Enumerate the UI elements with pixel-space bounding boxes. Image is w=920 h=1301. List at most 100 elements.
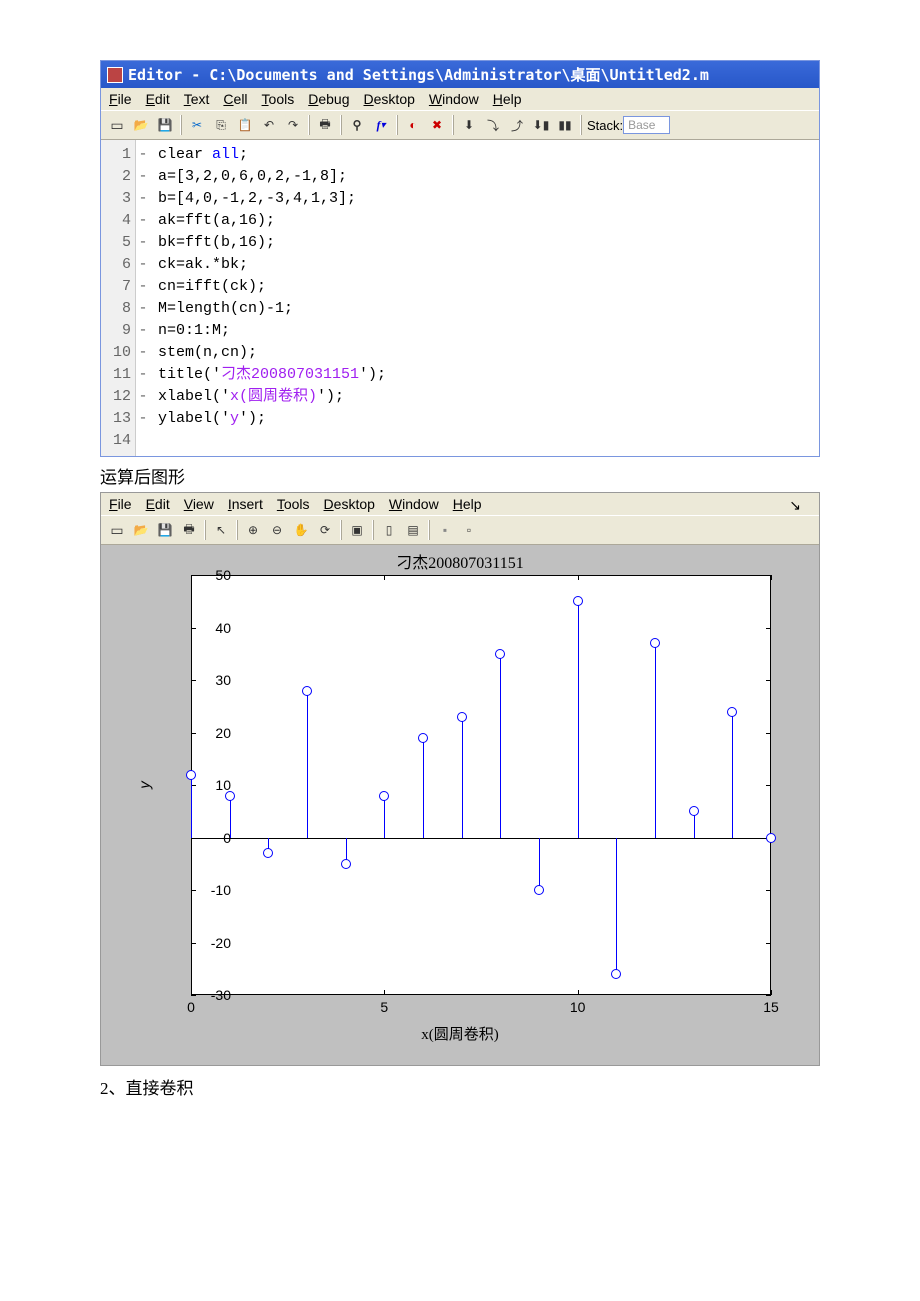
code-line[interactable]: n=0:1:M; — [158, 320, 386, 342]
step-icon[interactable]: ⬇ — [457, 113, 481, 137]
print-icon[interactable]: 🖶 — [313, 113, 337, 137]
code-line[interactable]: ak=fft(a,16); — [158, 210, 386, 232]
editor-window: Editor - C:\Documents and Settings\Admin… — [100, 60, 820, 457]
undo-icon[interactable]: ↶ — [257, 113, 281, 137]
set-breakpoint-icon[interactable]: ◐ — [401, 113, 425, 137]
new-icon[interactable]: ▭ — [105, 113, 129, 137]
toolbar-separator — [308, 115, 310, 135]
legend-icon[interactable]: ▤ — [401, 518, 425, 542]
xtick-label: 5 — [380, 999, 388, 1015]
menu-desktop[interactable]: Desktop — [324, 496, 375, 512]
toolbar-separator — [204, 520, 206, 540]
figure-toolbar: ▭ 📂 💾 🖶 ↖ ⊕ ⊖ ✋ ⟳ ▣ ▯ ▤ ▪ ▫ — [101, 515, 819, 545]
redo-icon[interactable]: ↷ — [281, 113, 305, 137]
stem-line — [462, 717, 463, 838]
clear-breakpoint-icon[interactable]: ✖ — [425, 113, 449, 137]
pan-icon[interactable]: ✋ — [289, 518, 313, 542]
menu-cell[interactable]: Cell — [223, 91, 247, 107]
hide-plot-tools-icon[interactable]: ▪ — [433, 518, 457, 542]
toolbar-separator — [372, 520, 374, 540]
print-icon[interactable]: 🖶 — [177, 518, 201, 542]
toolbar-separator — [340, 115, 342, 135]
chart-axes[interactable] — [191, 575, 771, 995]
code-line[interactable]: title('刁杰200807031151'); — [158, 364, 386, 386]
line-number: 7 — [101, 276, 131, 298]
chart-title: 刁杰200807031151 — [396, 549, 523, 573]
line-number: 3 — [101, 188, 131, 210]
stem-marker — [495, 649, 505, 659]
code-line[interactable]: ylabel('y'); — [158, 408, 386, 430]
menu-insert[interactable]: Insert — [228, 496, 263, 512]
zoom-out-icon[interactable]: ⊖ — [265, 518, 289, 542]
menu-edit[interactable]: Edit — [146, 91, 170, 107]
paste-icon[interactable]: 📋 — [233, 113, 257, 137]
menu-desktop[interactable]: Desktop — [364, 91, 415, 107]
rotate-icon[interactable]: ⟳ — [313, 518, 337, 542]
line-dash: - — [136, 342, 150, 364]
exit-debug-icon[interactable]: ▮▮ — [553, 113, 577, 137]
ytick-label: -10 — [211, 882, 231, 898]
line-number: 10 — [101, 342, 131, 364]
menu-text[interactable]: Text — [184, 91, 210, 107]
save-icon[interactable]: 💾 — [153, 113, 177, 137]
ytick-label: 30 — [215, 672, 231, 688]
code-line[interactable]: a=[3,2,0,6,0,2,-1,8]; — [158, 166, 386, 188]
new-figure-icon[interactable]: ▭ — [105, 518, 129, 542]
toolbar-separator — [340, 520, 342, 540]
cut-icon[interactable]: ✂ — [185, 113, 209, 137]
line-dash: - — [136, 188, 150, 210]
line-number: 14 — [101, 430, 131, 452]
menu-view[interactable]: View — [184, 496, 214, 512]
code-line[interactable]: b=[4,0,-1,2,-3,4,1,3]; — [158, 188, 386, 210]
stem-marker — [611, 969, 621, 979]
colorbar-icon[interactable]: ▯ — [377, 518, 401, 542]
open-icon[interactable]: 📂 — [129, 518, 153, 542]
function-icon[interactable]: f▾ — [369, 113, 393, 137]
code-line[interactable]: xlabel('x(圆周卷积)'); — [158, 386, 386, 408]
code-area[interactable]: clear all;a=[3,2,0,6,0,2,-1,8];b=[4,0,-1… — [150, 140, 386, 456]
code-line[interactable]: bk=fft(b,16); — [158, 232, 386, 254]
save-icon[interactable]: 💾 — [153, 518, 177, 542]
line-number: 5 — [101, 232, 131, 254]
stem-line — [655, 643, 656, 837]
xtick-label: 0 — [187, 999, 195, 1015]
dock-icon[interactable]: ↘ — [789, 497, 801, 514]
code-line[interactable]: stem(n,cn); — [158, 342, 386, 364]
menu-help[interactable]: Help — [493, 91, 522, 107]
breakpoint-gutter[interactable]: ------------- — [136, 140, 150, 456]
pointer-icon[interactable]: ↖ — [209, 518, 233, 542]
line-number: 11 — [101, 364, 131, 386]
menu-tools[interactable]: Tools — [277, 496, 310, 512]
show-plot-tools-icon[interactable]: ▫ — [457, 518, 481, 542]
step-out-icon[interactable]: ⤴ — [505, 113, 529, 137]
menu-file[interactable]: File — [109, 496, 132, 512]
toolbar-separator — [452, 115, 454, 135]
step-in-icon[interactable]: ⤵ — [481, 113, 505, 137]
code-line[interactable]: clear all; — [158, 144, 386, 166]
stem-line — [384, 796, 385, 838]
data-cursor-icon[interactable]: ▣ — [345, 518, 369, 542]
menu-help[interactable]: Help — [453, 496, 482, 512]
code-line[interactable]: ck=ak.*bk; — [158, 254, 386, 276]
editor-menu-bar: File Edit Text Cell Tools Debug Desktop Window H… — [101, 88, 819, 110]
menu-edit[interactable]: Edit — [146, 496, 170, 512]
open-icon[interactable]: 📂 — [129, 113, 153, 137]
copy-icon[interactable]: ⎘ — [209, 113, 233, 137]
line-gutter: 1234567891011121314 — [101, 140, 136, 456]
menu-window[interactable]: Window — [429, 91, 479, 107]
zoom-in-icon[interactable]: ⊕ — [241, 518, 265, 542]
code-line[interactable]: cn=ifft(ck); — [158, 276, 386, 298]
line-dash: - — [136, 320, 150, 342]
menu-tools[interactable]: Tools — [262, 91, 295, 107]
menu-debug[interactable]: Debug — [308, 91, 349, 107]
toolbar-separator — [580, 115, 582, 135]
menu-file[interactable]: File — [109, 91, 132, 107]
stack-select[interactable]: Base — [623, 116, 670, 134]
menu-window[interactable]: Window — [389, 496, 439, 512]
find-icon[interactable]: ⚲ — [345, 113, 369, 137]
code-line[interactable]: M=length(cn)-1; — [158, 298, 386, 320]
stem-line — [307, 691, 308, 838]
continue-icon[interactable]: ⬇▮ — [529, 113, 553, 137]
stem-marker — [727, 707, 737, 717]
line-dash: - — [136, 144, 150, 166]
